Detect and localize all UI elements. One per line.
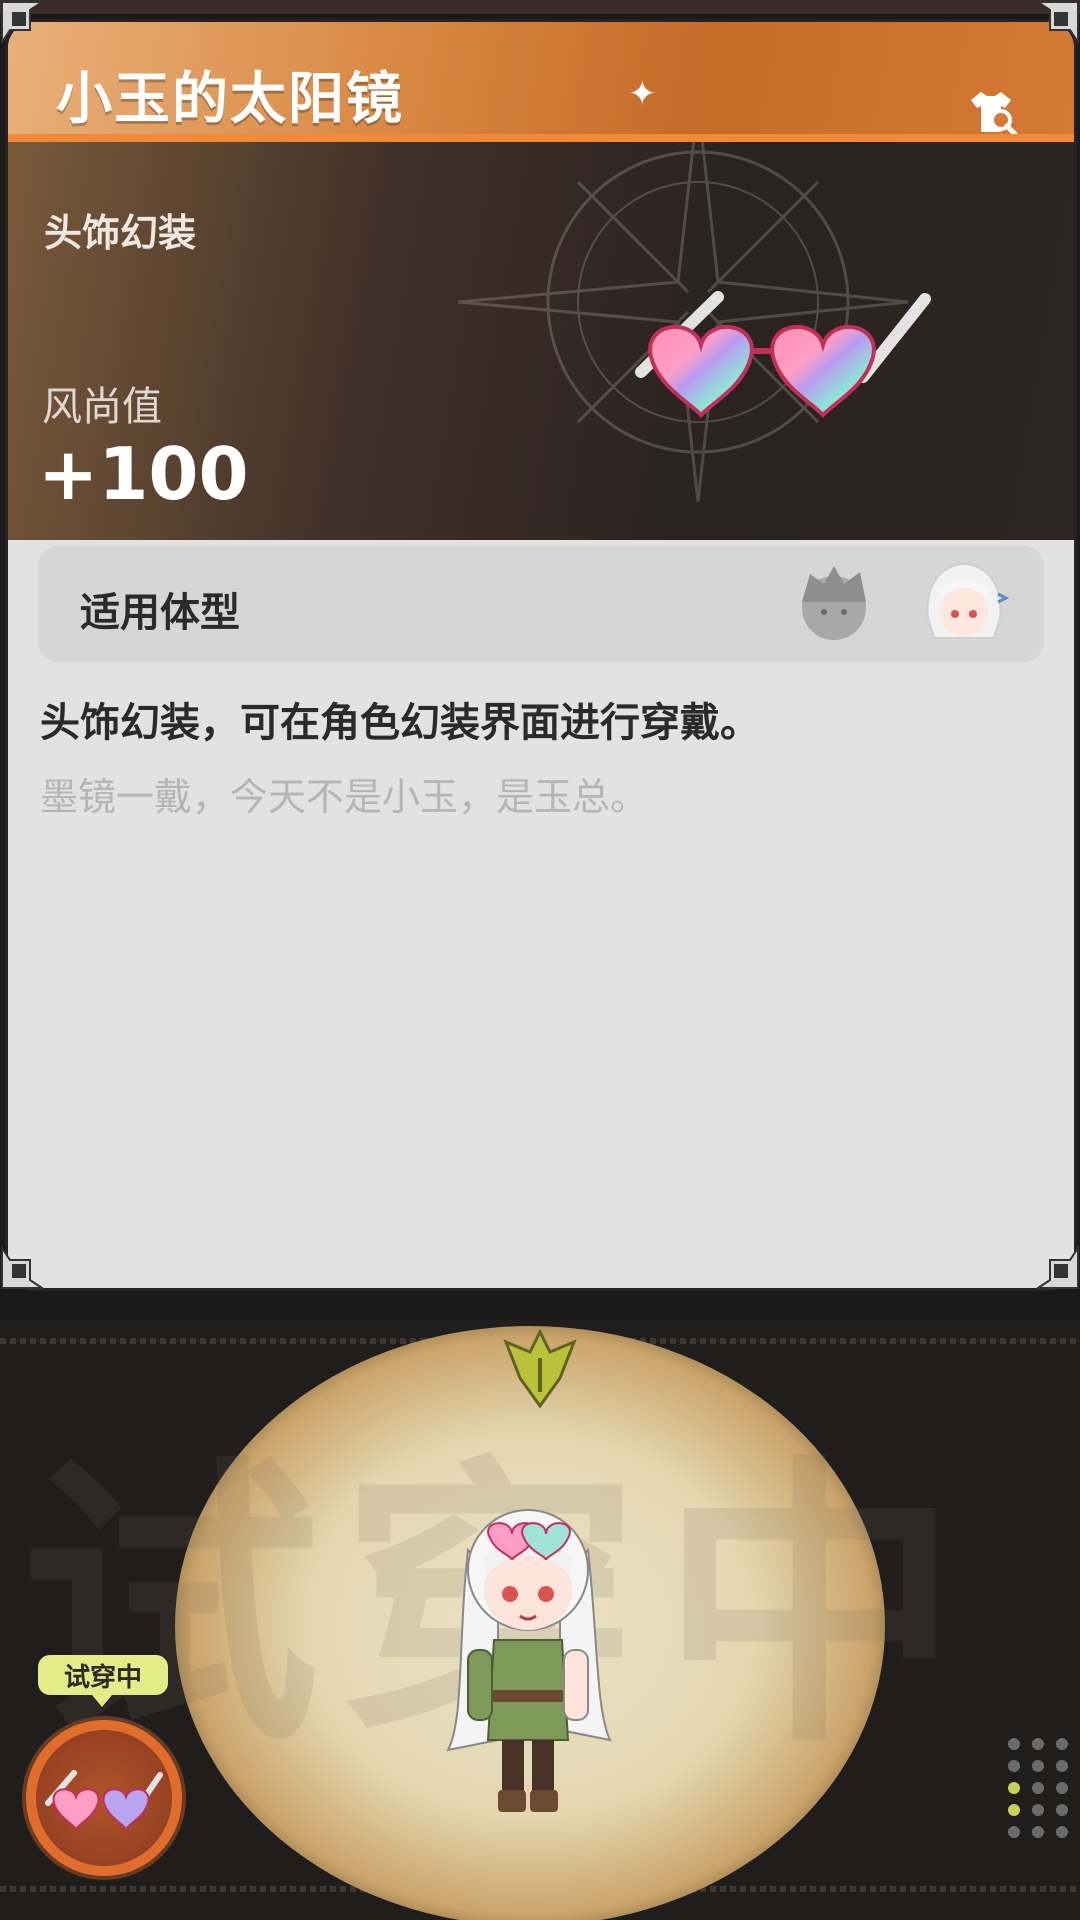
item-category: 头饰幻装 xyxy=(44,211,197,255)
page-indicator xyxy=(1008,1738,1068,1858)
item-detail-card: 小玉的太阳镜 ✦ 头饰幻装 风尚值 +100 适用体型 头饰幻装，可在角色幻装界… xyxy=(8,22,1074,1288)
fashion-value: +100 xyxy=(38,432,249,516)
item-flavor-text: 墨镜一戴，今天不是小玉，是玉总。 xyxy=(40,775,649,819)
arrow-down-icon xyxy=(503,1328,577,1409)
corner-ornament-icon xyxy=(1,1,44,44)
female-body-avatar[interactable] xyxy=(918,558,1010,650)
heart-sunglasses-icon xyxy=(635,291,931,418)
wardrobe-search-button[interactable] xyxy=(960,82,1022,144)
trying-on-tag: 试穿中 xyxy=(38,1655,168,1707)
body-type-label: 适用体型 xyxy=(80,590,240,636)
fashion-value-label: 风尚值 xyxy=(42,384,162,430)
item-description: 头饰幻装，可在角色幻装界面进行穿戴。 xyxy=(40,700,760,746)
male-body-avatar[interactable] xyxy=(788,558,880,650)
heart-sunglasses-icon xyxy=(45,1770,163,1831)
wardrobe-search-icon xyxy=(971,92,1018,137)
corner-ornament-icon xyxy=(1,1246,44,1289)
item-hero-panel: 头饰幻装 风尚值 +100 xyxy=(8,142,1074,540)
character-preview[interactable] xyxy=(428,1490,628,1820)
corner-ornament-icon xyxy=(1036,1246,1079,1289)
equipped-item-slot[interactable] xyxy=(26,1720,182,1876)
corner-ornament-icon xyxy=(1036,1,1079,44)
sparkle-icon: ✦ xyxy=(628,74,657,114)
title-bar: 小玉的太阳镜 ✦ xyxy=(8,22,1074,142)
item-title: 小玉的太阳镜 xyxy=(56,67,404,132)
try-on-preview: 试穿中 试穿中 xyxy=(0,1320,1080,1920)
slot-inner xyxy=(36,1730,172,1866)
top-strip xyxy=(0,0,1080,14)
body-type-row: 适用体型 xyxy=(38,546,1044,662)
